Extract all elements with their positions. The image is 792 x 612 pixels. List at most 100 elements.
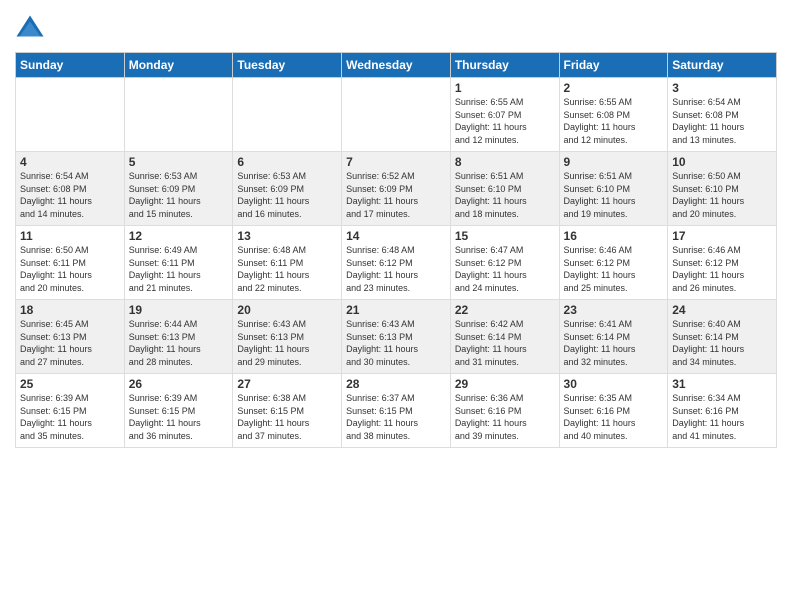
logo	[15, 14, 47, 44]
empty-cell	[342, 78, 451, 152]
day-cell-3: 3 Sunrise: 6:54 AM Sunset: 6:08 PM Daylig…	[668, 78, 777, 152]
day-number-13: 13	[237, 229, 337, 243]
day-cell-18: 18 Sunrise: 6:45 AM Sunset: 6:13 PM Dayli…	[16, 300, 125, 374]
day-cell-6: 6 Sunrise: 6:53 AM Sunset: 6:09 PM Daylig…	[233, 152, 342, 226]
week-row-4: 18 Sunrise: 6:45 AM Sunset: 6:13 PM Dayli…	[16, 300, 777, 374]
day-info-3: Sunrise: 6:54 AM Sunset: 6:08 PM Dayligh…	[672, 97, 744, 145]
week-row-3: 11 Sunrise: 6:50 AM Sunset: 6:11 PM Dayli…	[16, 226, 777, 300]
day-info-23: Sunrise: 6:41 AM Sunset: 6:14 PM Dayligh…	[564, 319, 636, 367]
day-cell-15: 15Sunrise: 6:47 AM Sunset: 6:12 PM Dayli…	[450, 226, 559, 300]
header	[15, 10, 777, 44]
day-cell-5: 5 Sunrise: 6:53 AM Sunset: 6:09 PM Daylig…	[124, 152, 233, 226]
day-info-19: Sunrise: 6:44 AM Sunset: 6:13 PM Dayligh…	[129, 319, 201, 367]
day-number-8: 8	[455, 155, 555, 169]
day-number-21: 21	[346, 303, 446, 317]
day-info-2: Sunrise: 6:55 AM Sunset: 6:08 PM Dayligh…	[564, 97, 636, 145]
weekday-header-thursday: Thursday	[450, 53, 559, 78]
day-info-7: Sunrise: 6:52 AM Sunset: 6:09 PM Dayligh…	[346, 171, 418, 219]
day-number-20: 20	[237, 303, 337, 317]
day-info-24: Sunrise: 6:40 AM Sunset: 6:14 PM Dayligh…	[672, 319, 744, 367]
day-info-9: Sunrise: 6:51 AM Sunset: 6:10 PM Dayligh…	[564, 171, 636, 219]
day-number-7: 7	[346, 155, 446, 169]
day-cell-4: 4 Sunrise: 6:54 AM Sunset: 6:08 PM Daylig…	[16, 152, 125, 226]
day-number-1: 1	[455, 81, 555, 95]
day-number-9: 9	[564, 155, 664, 169]
day-cell-20: 20 Sunrise: 6:43 AM Sunset: 6:13 PM Dayli…	[233, 300, 342, 374]
empty-cell	[124, 78, 233, 152]
day-number-27: 27	[237, 377, 337, 391]
day-cell-24: 24 Sunrise: 6:40 AM Sunset: 6:14 PM Dayli…	[668, 300, 777, 374]
day-cell-25: 25 Sunrise: 6:39 AM Sunset: 6:15 PM Dayli…	[16, 374, 125, 448]
day-number-5: 5	[129, 155, 229, 169]
day-info-1: Sunrise: 6:55 AM Sunset: 6:07 PM Dayligh…	[455, 97, 527, 145]
day-cell-14: 14Sunrise: 6:48 AM Sunset: 6:12 PM Dayli…	[342, 226, 451, 300]
day-number-24: 24	[672, 303, 772, 317]
day-info-26: Sunrise: 6:39 AM Sunset: 6:15 PM Dayligh…	[129, 393, 201, 441]
day-info-20: Sunrise: 6:43 AM Sunset: 6:13 PM Dayligh…	[237, 319, 309, 367]
day-cell-30: 30 Sunrise: 6:35 AM Sunset: 6:16 PM Dayli…	[559, 374, 668, 448]
day-cell-1: 1 Sunrise: 6:55 AM Sunset: 6:07 PM Daylig…	[450, 78, 559, 152]
day-info-21: Sunrise: 6:43 AM Sunset: 6:13 PM Dayligh…	[346, 319, 418, 367]
day-info-28: Sunrise: 6:37 AM Sunset: 6:15 PM Dayligh…	[346, 393, 418, 441]
weekday-header-saturday: Saturday	[668, 53, 777, 78]
day-number-10: 10	[672, 155, 772, 169]
day-info-22: Sunrise: 6:42 AM Sunset: 6:14 PM Dayligh…	[455, 319, 527, 367]
day-cell-21: 21 Sunrise: 6:43 AM Sunset: 6:13 PM Dayli…	[342, 300, 451, 374]
weekday-header-monday: Monday	[124, 53, 233, 78]
day-number-16: 16	[564, 229, 664, 243]
day-info-16: Sunrise: 6:46 AM Sunset: 6:12 PM Dayligh…	[564, 245, 636, 293]
weekday-header-friday: Friday	[559, 53, 668, 78]
week-row-1: 1 Sunrise: 6:55 AM Sunset: 6:07 PM Daylig…	[16, 78, 777, 152]
generalblue-logo-icon	[15, 14, 45, 44]
day-cell-16: 16 Sunrise: 6:46 AM Sunset: 6:12 PM Dayli…	[559, 226, 668, 300]
weekday-header-tuesday: Tuesday	[233, 53, 342, 78]
day-cell-28: 28Sunrise: 6:37 AM Sunset: 6:15 PM Dayli…	[342, 374, 451, 448]
day-number-17: 17	[672, 229, 772, 243]
day-cell-8: 8Sunrise: 6:51 AM Sunset: 6:10 PM Daylig…	[450, 152, 559, 226]
day-info-29: Sunrise: 6:36 AM Sunset: 6:16 PM Dayligh…	[455, 393, 527, 441]
page: SundayMondayTuesdayWednesdayThursdayFrid…	[0, 0, 792, 612]
weekday-header-sunday: Sunday	[16, 53, 125, 78]
day-info-17: Sunrise: 6:46 AM Sunset: 6:12 PM Dayligh…	[672, 245, 744, 293]
day-info-27: Sunrise: 6:38 AM Sunset: 6:15 PM Dayligh…	[237, 393, 309, 441]
day-cell-2: 2 Sunrise: 6:55 AM Sunset: 6:08 PM Daylig…	[559, 78, 668, 152]
day-cell-23: 23 Sunrise: 6:41 AM Sunset: 6:14 PM Dayli…	[559, 300, 668, 374]
day-info-6: Sunrise: 6:53 AM Sunset: 6:09 PM Dayligh…	[237, 171, 309, 219]
day-number-18: 18	[20, 303, 120, 317]
day-number-6: 6	[237, 155, 337, 169]
day-number-3: 3	[672, 81, 772, 95]
day-number-30: 30	[564, 377, 664, 391]
day-info-30: Sunrise: 6:35 AM Sunset: 6:16 PM Dayligh…	[564, 393, 636, 441]
day-number-11: 11	[20, 229, 120, 243]
day-number-4: 4	[20, 155, 120, 169]
day-info-25: Sunrise: 6:39 AM Sunset: 6:15 PM Dayligh…	[20, 393, 92, 441]
day-info-18: Sunrise: 6:45 AM Sunset: 6:13 PM Dayligh…	[20, 319, 92, 367]
week-row-5: 25 Sunrise: 6:39 AM Sunset: 6:15 PM Dayli…	[16, 374, 777, 448]
day-cell-26: 26 Sunrise: 6:39 AM Sunset: 6:15 PM Dayli…	[124, 374, 233, 448]
day-cell-7: 7 Sunrise: 6:52 AM Sunset: 6:09 PM Daylig…	[342, 152, 451, 226]
day-info-31: Sunrise: 6:34 AM Sunset: 6:16 PM Dayligh…	[672, 393, 744, 441]
weekday-header-row: SundayMondayTuesdayWednesdayThursdayFrid…	[16, 53, 777, 78]
day-number-23: 23	[564, 303, 664, 317]
day-cell-13: 13Sunrise: 6:48 AM Sunset: 6:11 PM Dayli…	[233, 226, 342, 300]
day-info-10: Sunrise: 6:50 AM Sunset: 6:10 PM Dayligh…	[672, 171, 744, 219]
day-info-11: Sunrise: 6:50 AM Sunset: 6:11 PM Dayligh…	[20, 245, 92, 293]
day-cell-10: 10 Sunrise: 6:50 AM Sunset: 6:10 PM Dayli…	[668, 152, 777, 226]
empty-cell	[233, 78, 342, 152]
day-number-19: 19	[129, 303, 229, 317]
day-number-25: 25	[20, 377, 120, 391]
day-info-4: Sunrise: 6:54 AM Sunset: 6:08 PM Dayligh…	[20, 171, 92, 219]
calendar-table: SundayMondayTuesdayWednesdayThursdayFrid…	[15, 52, 777, 448]
day-number-2: 2	[564, 81, 664, 95]
day-number-15: 15	[455, 229, 555, 243]
day-number-26: 26	[129, 377, 229, 391]
week-row-2: 4 Sunrise: 6:54 AM Sunset: 6:08 PM Daylig…	[16, 152, 777, 226]
day-cell-17: 17 Sunrise: 6:46 AM Sunset: 6:12 PM Dayli…	[668, 226, 777, 300]
day-cell-19: 19 Sunrise: 6:44 AM Sunset: 6:13 PM Dayli…	[124, 300, 233, 374]
day-cell-22: 22Sunrise: 6:42 AM Sunset: 6:14 PM Dayli…	[450, 300, 559, 374]
day-cell-27: 27 Sunrise: 6:38 AM Sunset: 6:15 PM Dayli…	[233, 374, 342, 448]
empty-cell	[16, 78, 125, 152]
day-info-5: Sunrise: 6:53 AM Sunset: 6:09 PM Dayligh…	[129, 171, 201, 219]
weekday-header-wednesday: Wednesday	[342, 53, 451, 78]
day-cell-11: 11 Sunrise: 6:50 AM Sunset: 6:11 PM Dayli…	[16, 226, 125, 300]
